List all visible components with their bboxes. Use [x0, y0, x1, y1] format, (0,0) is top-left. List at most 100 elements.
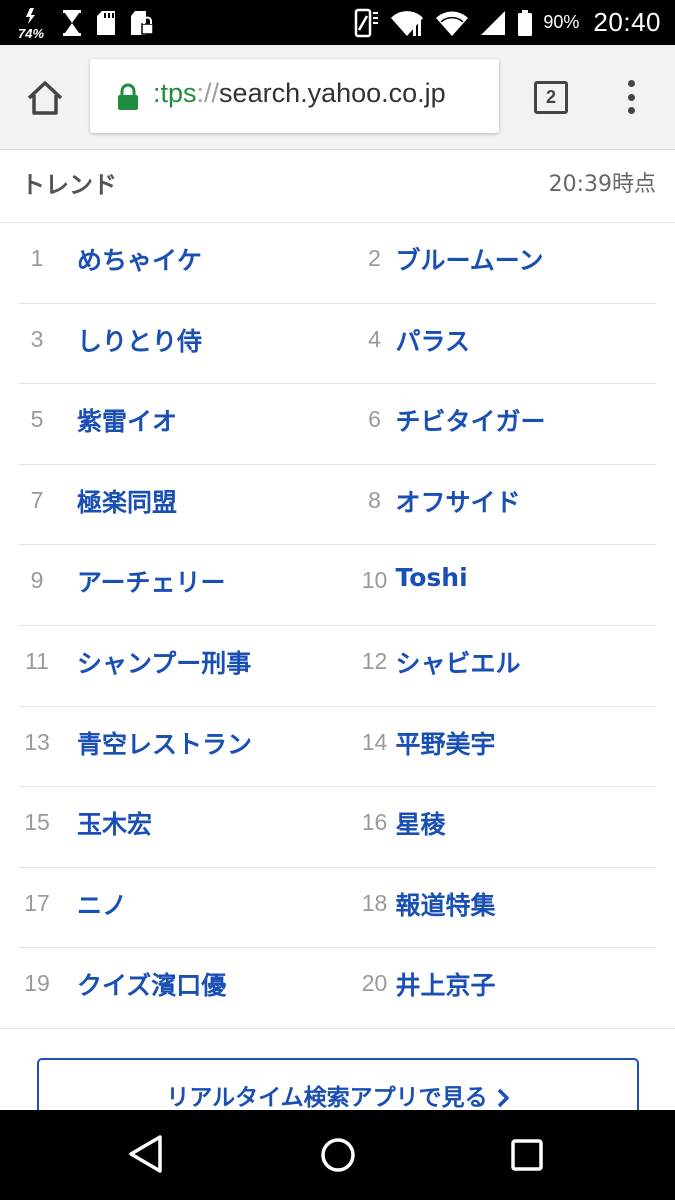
- trend-title: トレンド: [21, 171, 117, 199]
- trend-rank: 7: [30, 486, 44, 513]
- trend-item[interactable]: 16 星稜: [338, 787, 657, 867]
- trend-link[interactable]: パラス: [396, 322, 471, 358]
- trend-link[interactable]: しりとり侍: [77, 322, 202, 358]
- trend-link[interactable]: めちゃイケ: [77, 241, 202, 277]
- system-nav-bar: [0, 1110, 675, 1200]
- trend-header: トレンド 20:39時点: [0, 150, 675, 223]
- trend-link[interactable]: アーチェリー: [77, 563, 226, 599]
- trend-item[interactable]: 20 井上京子: [338, 948, 657, 1029]
- trend-timestamp: 20:39時点: [548, 172, 656, 197]
- trend-link[interactable]: 星稜: [396, 805, 446, 841]
- url-separator: ://: [196, 78, 220, 108]
- screen-rotation-icon: [351, 8, 379, 38]
- trend-row: 19 クイズ濱口優 20 井上京子: [19, 948, 656, 1029]
- trend-item[interactable]: 1 めちゃイケ: [19, 223, 338, 303]
- status-left-icons: 74%: [18, 6, 154, 40]
- trend-item[interactable]: 9 アーチェリー: [19, 545, 338, 625]
- sd-card-icon: [96, 10, 116, 36]
- nav-back-icon[interactable]: [127, 1134, 165, 1178]
- realtime-app-button-label: リアルタイム検索アプリで見る: [39, 1078, 637, 1114]
- clock: 20:40: [593, 7, 661, 37]
- trend-link[interactable]: 紫雷イオ: [77, 402, 177, 438]
- overflow-menu-icon[interactable]: [620, 77, 642, 117]
- trend-rank: 5: [30, 406, 44, 433]
- trend-link[interactable]: 極楽同盟: [77, 483, 177, 519]
- trend-link[interactable]: オフサイド: [396, 483, 521, 519]
- home-icon: [27, 81, 63, 115]
- trend-item[interactable]: 14 平野美宇: [338, 707, 657, 787]
- trend-rank: 11: [25, 647, 49, 674]
- trend-item[interactable]: 13 青空レストラン: [19, 707, 338, 787]
- trend-rank: 19: [24, 970, 50, 997]
- address-bar[interactable]: :tps://search.yahoo.co.jp: [90, 59, 499, 133]
- home-button[interactable]: [25, 78, 65, 118]
- trend-row: 11 シャンプー刑事 12 シャビエル: [19, 626, 656, 707]
- trend-link[interactable]: シャビエル: [396, 644, 521, 680]
- trend-item[interactable]: 7 極楽同盟: [19, 465, 338, 545]
- trend-rank: 14: [361, 728, 388, 755]
- lock-icon: [117, 83, 139, 115]
- trend-item[interactable]: 15 玉木宏: [19, 787, 338, 867]
- trend-rank: 6: [368, 406, 381, 433]
- trend-rank: 18: [361, 889, 388, 916]
- trend-rank: 1: [30, 245, 44, 271]
- trend-item[interactable]: 10 Toshi: [338, 545, 657, 625]
- trend-link[interactable]: 平野美宇: [396, 725, 496, 761]
- trend-link[interactable]: 井上京子: [396, 966, 496, 1002]
- sd-lock-icon: [130, 9, 154, 37]
- trend-rank: 3: [30, 325, 44, 352]
- url-text: :tps://search.yahoo.co.jp: [153, 78, 446, 109]
- status-right-icons: 90% 20:40: [351, 0, 661, 45]
- url-host: search.yahoo.co.jp: [219, 78, 446, 108]
- tab-switcher-button[interactable]: 2: [534, 81, 568, 114]
- trend-item[interactable]: 12 シャビエル: [338, 626, 657, 706]
- trend-item[interactable]: 2 ブルームーン: [338, 223, 657, 303]
- trend-item[interactable]: 4 パラス: [338, 304, 657, 384]
- battery-percent: 90%: [543, 12, 580, 32]
- trend-item[interactable]: 8 オフサイド: [338, 465, 657, 545]
- trend-list: 1 めちゃイケ 2 ブルームーン 3 しりとり侍 4 パラス 5 紫雷イオ 6 …: [19, 223, 656, 1029]
- trend-item[interactable]: 18 報道特集: [338, 868, 657, 948]
- trend-rank: 15: [24, 809, 50, 836]
- trend-row: 17 ニノ 18 報道特集: [19, 868, 656, 949]
- trend-row: 9 アーチェリー 10 Toshi: [19, 545, 656, 626]
- realtime-app-button-text: リアルタイム検索アプリで見る: [166, 1085, 488, 1111]
- trend-rank: 17: [24, 889, 50, 916]
- wifi-icon: [435, 9, 469, 37]
- status-left-percent: 74%: [18, 26, 44, 40]
- trend-item[interactable]: 11 シャンプー刑事: [19, 626, 338, 706]
- battery-icon: [517, 9, 533, 37]
- trend-link[interactable]: 玉木宏: [77, 805, 152, 841]
- trend-item[interactable]: 6 チビタイガー: [338, 384, 657, 464]
- trend-item[interactable]: 3 しりとり侍: [19, 304, 338, 384]
- trend-link[interactable]: ニノ: [77, 886, 127, 922]
- data-usage-icon: 74%: [18, 6, 48, 40]
- trend-rank: 4: [368, 325, 381, 352]
- trend-row: 5 紫雷イオ 6 チビタイガー: [19, 384, 656, 465]
- trend-rank: 2: [368, 245, 381, 271]
- trend-link[interactable]: ブルームーン: [396, 241, 544, 277]
- trend-item[interactable]: 19 クイズ濱口優: [19, 948, 338, 1029]
- trend-link[interactable]: 報道特集: [396, 886, 496, 922]
- trend-link[interactable]: シャンプー刑事: [77, 644, 251, 680]
- trend-link[interactable]: 青空レストラン: [77, 725, 252, 761]
- trend-item[interactable]: 5 紫雷イオ: [19, 384, 338, 464]
- trend-rank: 8: [368, 486, 381, 513]
- trend-rank: 13: [24, 728, 50, 755]
- trend-rank: 10: [361, 567, 388, 594]
- trend-rank: 9: [30, 567, 44, 594]
- wifi-calling-icon: [389, 8, 425, 38]
- nav-recents-icon[interactable]: [510, 1138, 544, 1176]
- divider: [0, 1028, 675, 1029]
- trend-item[interactable]: 17 ニノ: [19, 868, 338, 948]
- trend-row: 1 めちゃイケ 2 ブルームーン: [19, 223, 656, 304]
- trend-link[interactable]: Toshi: [396, 563, 468, 592]
- nav-home-icon[interactable]: [320, 1137, 356, 1177]
- trend-link[interactable]: クイズ濱口優: [77, 966, 226, 1002]
- signal-icon: [479, 9, 507, 37]
- trend-rank: 12: [361, 647, 388, 674]
- trend-row: 15 玉木宏 16 星稜: [19, 787, 656, 868]
- trend-link[interactable]: チビタイガー: [396, 402, 546, 438]
- status-bar: 74% 90% 20:40: [0, 0, 675, 45]
- browser-toolbar: :tps://search.yahoo.co.jp 2: [0, 45, 675, 150]
